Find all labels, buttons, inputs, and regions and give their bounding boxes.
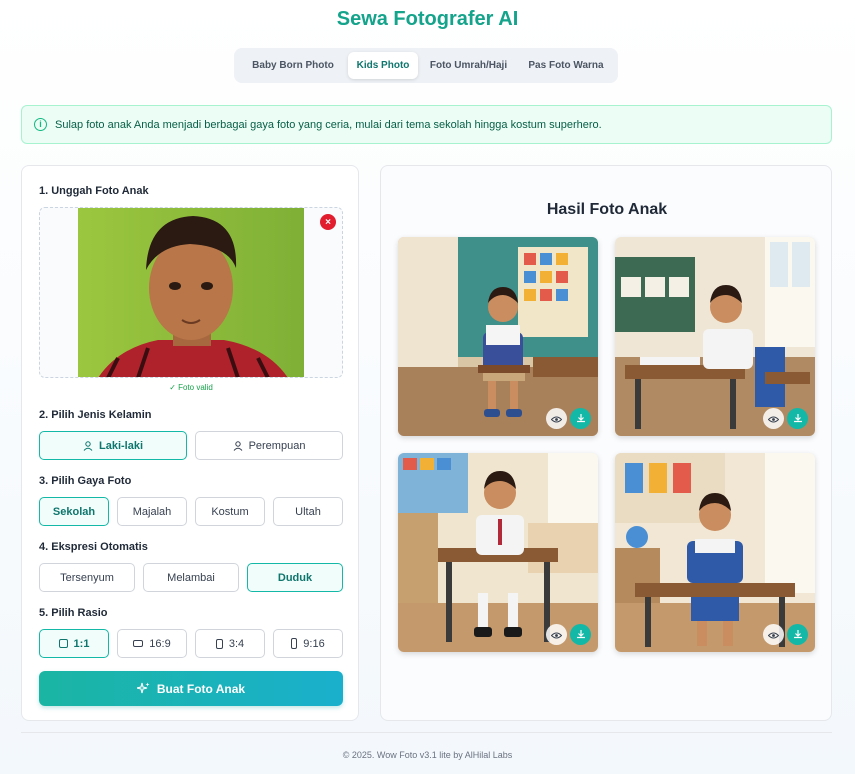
info-text: Sulap foto anak Anda menjadi berbagai ga… [55, 118, 602, 131]
tab-foto-umrah-haji[interactable]: Foto Umrah/Haji [418, 52, 519, 79]
uploaded-photo [78, 208, 304, 377]
ratio-option-label: 3:4 [228, 637, 245, 650]
footer-divider [21, 732, 832, 733]
gender-option-laki-laki[interactable]: Laki-laki [39, 431, 187, 460]
square-icon [58, 639, 68, 648]
result-photo-image [615, 453, 815, 652]
download-icon [793, 410, 803, 428]
result-photo-image [615, 237, 815, 436]
tall-portrait-icon [291, 638, 298, 649]
uploaded-photo-image [78, 208, 304, 377]
info-banner: i Sulap foto anak Anda menjadi berbagai … [21, 105, 832, 144]
ratio-label: 5. Pilih Rasio [39, 607, 108, 619]
eye-icon [550, 626, 563, 644]
results-panel: Hasil Foto Anak [380, 165, 832, 721]
gender-option-label: Perempuan [248, 439, 306, 452]
eye-icon [767, 626, 780, 644]
upload-label: 1. Unggah Foto Anak [39, 185, 149, 197]
user-icon [83, 440, 93, 451]
view-photo-button[interactable] [763, 408, 784, 429]
download-photo-button[interactable] [787, 624, 808, 645]
ratio-option-label: 16:9 [149, 637, 171, 650]
style-option-majalah[interactable]: Majalah [117, 497, 187, 526]
tab-baby-born-photo[interactable]: Baby Born Photo [238, 52, 348, 79]
view-photo-button[interactable] [546, 624, 567, 645]
generate-button-label: Buat Foto Anak [156, 681, 246, 696]
result-photo-card[interactable] [615, 453, 815, 652]
category-tabs: Baby Born Photo Kids Photo Foto Umrah/Ha… [234, 48, 618, 83]
tab-pas-foto-warna[interactable]: Pas Foto Warna [519, 52, 613, 79]
result-photo-card[interactable] [398, 237, 598, 436]
eye-icon [767, 410, 780, 428]
generate-photo-button[interactable]: Buat Foto Anak [39, 671, 343, 706]
eye-icon [550, 410, 563, 428]
footer-text: © 2025. Wow Foto v3.1 lite by AlHilal La… [342, 750, 513, 760]
user-icon [233, 440, 243, 451]
page-title: Sewa Fotografer AI [336, 8, 519, 30]
photo-valid-status: ✓ Foto valid [169, 383, 213, 392]
gender-option-label: Laki-laki [98, 439, 144, 452]
expression-option-duduk[interactable]: Duduk [247, 563, 343, 592]
expression-label: 4. Ekspresi Otomatis [39, 541, 148, 553]
ratio-option-3-4[interactable]: 3:4 [195, 629, 265, 658]
close-icon: × [325, 216, 331, 228]
style-option-sekolah[interactable]: Sekolah [39, 497, 109, 526]
download-photo-button[interactable] [787, 408, 808, 429]
ratio-option-label: 9:16 [303, 637, 325, 650]
view-photo-button[interactable] [763, 624, 784, 645]
ratio-option-9-16[interactable]: 9:16 [273, 629, 343, 658]
result-photo-image [398, 237, 598, 436]
result-photo-card[interactable] [398, 453, 598, 652]
settings-panel: 1. Unggah Foto Anak × ✓ Foto valid 2. Pi… [21, 165, 359, 721]
result-photo-image [398, 453, 598, 652]
ratio-option-1-1[interactable]: 1:1 [39, 629, 109, 658]
gender-option-perempuan[interactable]: Perempuan [195, 431, 343, 460]
sparkle-icon [136, 682, 150, 695]
style-label: 3. Pilih Gaya Foto [39, 475, 132, 487]
download-icon [793, 626, 803, 644]
download-icon [576, 626, 586, 644]
info-icon: i [34, 118, 47, 131]
ratio-option-16-9[interactable]: 16:9 [117, 629, 187, 658]
view-photo-button[interactable] [546, 408, 567, 429]
style-option-kostum[interactable]: Kostum [195, 497, 265, 526]
landscape-icon [133, 640, 144, 647]
expression-option-melambai[interactable]: Melambai [143, 563, 239, 592]
remove-photo-button[interactable]: × [320, 214, 336, 230]
result-photo-card[interactable] [615, 237, 815, 436]
download-icon [576, 410, 586, 428]
download-photo-button[interactable] [570, 624, 591, 645]
expression-option-tersenyum[interactable]: Tersenyum [39, 563, 135, 592]
tab-kids-photo[interactable]: Kids Photo [348, 52, 418, 79]
ratio-option-label: 1:1 [73, 637, 90, 650]
download-photo-button[interactable] [570, 408, 591, 429]
results-title: Hasil Foto Anak [546, 201, 668, 218]
portrait-icon [215, 638, 223, 649]
gender-label: 2. Pilih Jenis Kelamin [39, 409, 152, 421]
upload-dropzone[interactable]: × [39, 207, 343, 378]
style-option-ultah[interactable]: Ultah [273, 497, 343, 526]
